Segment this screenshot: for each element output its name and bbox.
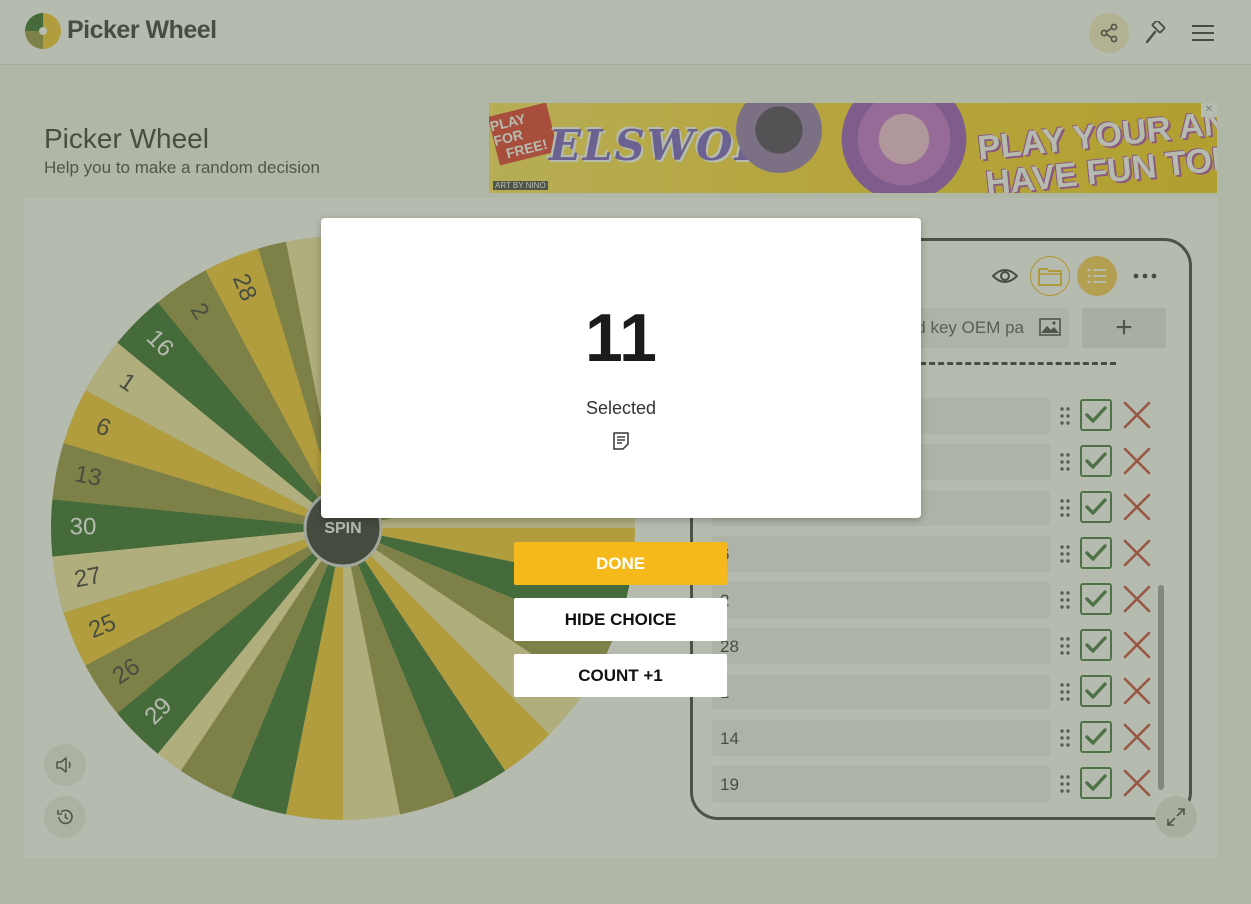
result-caption: Selected xyxy=(585,398,657,418)
note-icon[interactable] xyxy=(611,431,631,451)
result-dialog: 11 Selected xyxy=(321,218,921,518)
done-button[interactable]: DONE xyxy=(514,542,727,585)
selected-result: 11 xyxy=(585,300,657,376)
hide-choice-button[interactable]: HIDE CHOICE xyxy=(514,598,727,641)
count-plus-one-button[interactable]: COUNT +1 xyxy=(514,654,727,697)
